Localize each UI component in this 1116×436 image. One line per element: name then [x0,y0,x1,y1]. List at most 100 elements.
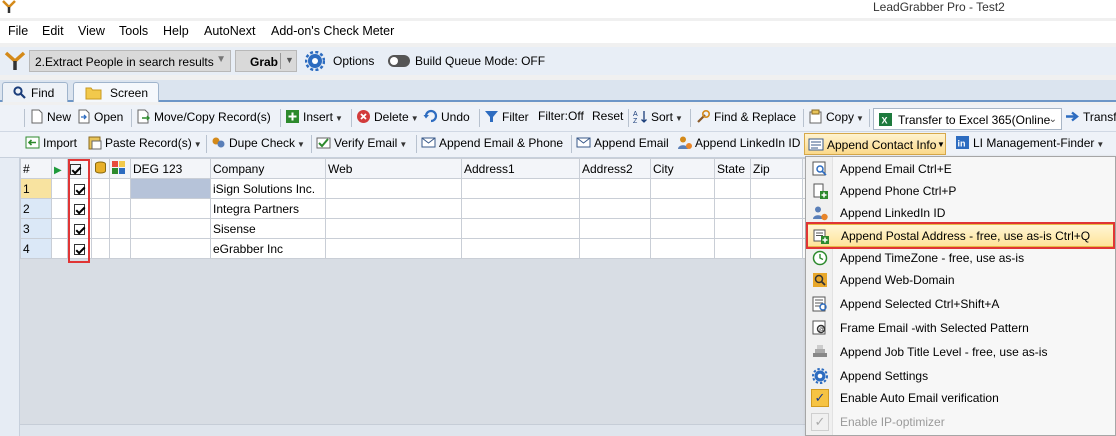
web-cell[interactable] [325,238,462,259]
transfer-target-select[interactable]: X Transfer to Excel 365(Online ⌄ [873,108,1062,130]
menu-edit[interactable]: Edit [42,24,64,38]
deg-cell-selected[interactable] [130,178,211,199]
state-cell[interactable] [714,198,751,219]
dupe-check-button[interactable]: Dupe Check ▼ [211,135,305,155]
append-linkedin-button[interactable]: Append LinkedIn ID [677,135,800,155]
menu-item-enable-auto-email-verification[interactable]: ✓ Enable Auto Email verification [807,387,1115,409]
tab-screen[interactable]: Screen [73,82,159,102]
web-cell[interactable] [325,178,462,199]
database-cell[interactable] [91,198,110,219]
open-button[interactable]: Open [76,109,123,129]
menu-item-append-timezone[interactable]: Append TimeZone - free, use as-is [807,247,1115,269]
address2-cell[interactable] [579,218,651,239]
undo-button[interactable]: Undo [423,109,470,129]
column-header-city[interactable]: City [650,158,715,179]
table-row[interactable]: 2 Integra Partners [20,198,823,219]
row-number[interactable]: 2 [20,198,52,219]
insert-button[interactable]: Insert ▼ [285,109,343,129]
transfer-button[interactable]: Transf [1065,109,1116,129]
horizontal-scrollbar[interactable] [20,424,805,436]
web-cell[interactable] [325,218,462,239]
append-contact-info-button[interactable]: Append Contact Info ▼ [804,133,946,155]
company-cell[interactable]: iSign Solutions Inc. [210,178,326,199]
column-header-row-number[interactable]: # [20,158,52,179]
filter-off-button[interactable]: Filter:Off [538,109,584,129]
table-row[interactable]: 4 eGrabber Inc [20,238,823,259]
web-cell[interactable] [325,198,462,219]
city-cell[interactable] [650,198,715,219]
menu-item-append-settings[interactable]: Append Settings [807,365,1115,387]
column-header-state[interactable]: State [714,158,751,179]
column-header-address2[interactable]: Address2 [579,158,651,179]
column-header-web[interactable]: Web [325,158,462,179]
row-number[interactable]: 3 [20,218,52,239]
menu-item-append-email[interactable]: Append Email Ctrl+E [807,158,1115,180]
menu-item-append-phone[interactable]: Append Phone Ctrl+P [807,180,1115,202]
column-header-zip[interactable]: Zip [750,158,803,179]
database-cell[interactable] [91,178,110,199]
state-cell[interactable] [714,238,751,259]
move-copy-button[interactable]: Move/Copy Record(s) [136,109,271,129]
menu-item-append-selected[interactable]: Append Selected Ctrl+Shift+A [807,293,1115,315]
menu-item-append-web-domain[interactable]: Append Web-Domain [807,269,1115,291]
tab-find[interactable]: Find [2,82,68,102]
menu-item-frame-email[interactable]: @ Frame Email -with Selected Pattern [807,317,1115,339]
status-cell[interactable] [109,198,131,219]
address1-cell[interactable] [461,198,580,219]
filter-button[interactable]: Filter [484,109,529,129]
city-cell[interactable] [650,178,715,199]
column-header-company[interactable]: Company [210,158,326,179]
grab-dropdown-icon[interactable]: ▼ [285,55,294,65]
table-row[interactable]: 3 Sisense [20,218,823,239]
import-button[interactable]: Import [25,135,77,155]
menu-tools[interactable]: Tools [119,24,148,38]
reset-button[interactable]: Reset [592,109,623,129]
row-number[interactable]: 1 [20,178,52,199]
status-cell[interactable] [109,178,131,199]
company-cell[interactable]: Integra Partners [210,198,326,219]
options-button[interactable]: Options [303,50,378,72]
deg-cell[interactable] [130,218,211,239]
city-cell[interactable] [650,238,715,259]
delete-button[interactable]: Delete ▼ [356,109,419,129]
li-management-finder-button[interactable]: in LI Management-Finder ▼ [955,135,1104,155]
address2-cell[interactable] [579,198,651,219]
city-cell[interactable] [650,218,715,239]
sort-button[interactable]: A Z Sort ▼ [633,109,683,129]
menu-autonext[interactable]: AutoNext [204,24,255,38]
zip-cell[interactable] [750,238,803,259]
database-cell[interactable] [91,238,110,259]
append-email-phone-button[interactable]: Append Email & Phone [421,135,563,155]
verify-email-button[interactable]: Verify Email ▼ [316,135,407,155]
company-cell[interactable]: Sisense [210,218,326,239]
deg-cell[interactable] [130,238,211,259]
address1-cell[interactable] [461,178,580,199]
zip-cell[interactable] [750,198,803,219]
new-button[interactable]: New [29,109,71,129]
status-cell[interactable] [109,238,131,259]
copy-button[interactable]: Copy ▼ [808,109,864,129]
state-cell[interactable] [714,178,751,199]
append-email-button[interactable]: Append Email [576,135,669,155]
extract-mode-select[interactable]: 2.Extract People in search results ▼ [29,50,231,72]
address1-cell[interactable] [461,238,580,259]
address2-cell[interactable] [579,178,651,199]
find-replace-button[interactable]: Find & Replace [696,109,796,129]
row-number[interactable]: 4 [20,238,52,259]
status-cell[interactable] [109,218,131,239]
menu-addons-check-meter[interactable]: Add-on's Check Meter [271,24,394,38]
database-cell[interactable] [91,218,110,239]
menu-help[interactable]: Help [163,24,189,38]
column-header-address1[interactable]: Address1 [461,158,580,179]
address2-cell[interactable] [579,238,651,259]
column-header-deg[interactable]: DEG 123 [130,158,211,179]
company-cell[interactable]: eGrabber Inc [210,238,326,259]
grab-button[interactable]: Grab ▼ [235,50,297,72]
deg-cell[interactable] [130,198,211,219]
zip-cell[interactable] [750,178,803,199]
table-row[interactable]: 1 iSign Solutions Inc. [20,178,823,199]
build-queue-toggle[interactable] [388,55,410,67]
zip-cell[interactable] [750,218,803,239]
address1-cell[interactable] [461,218,580,239]
menu-file[interactable]: File [8,24,28,38]
